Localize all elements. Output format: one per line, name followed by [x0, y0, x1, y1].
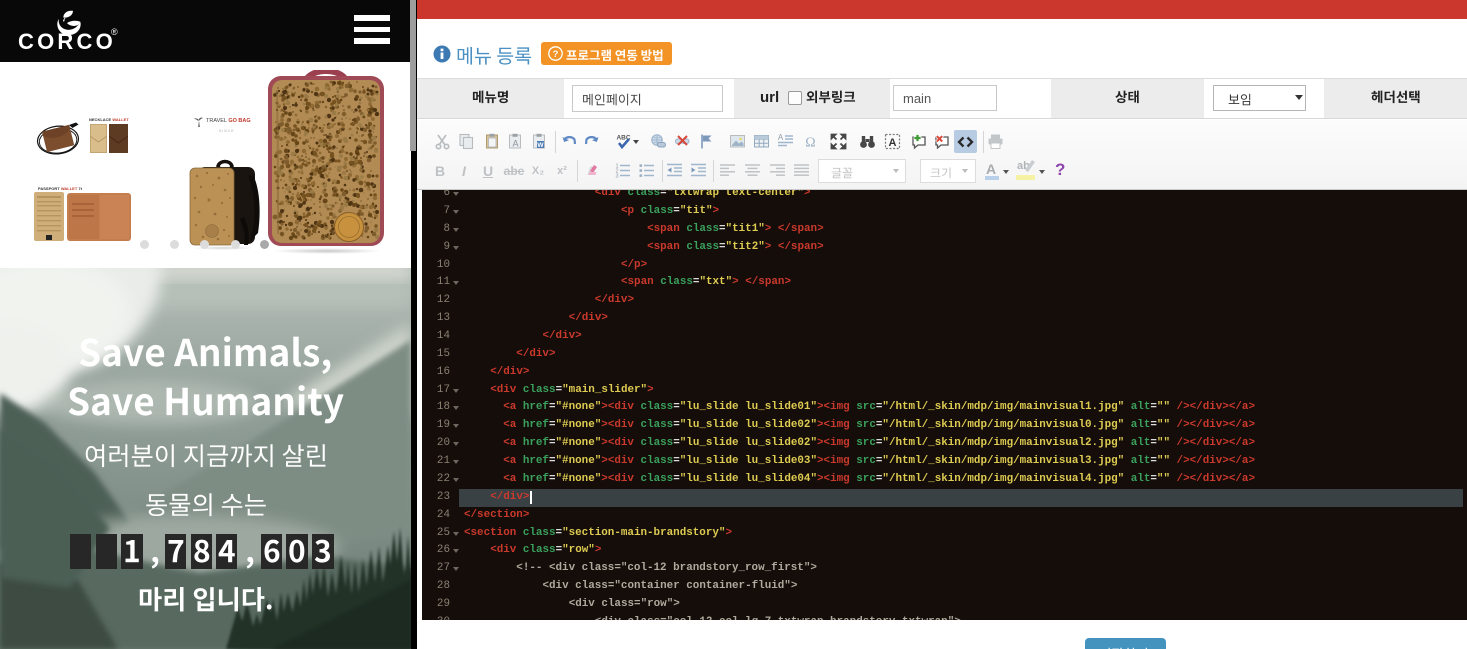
svg-text:?: ? — [553, 49, 559, 60]
svg-text:A: A — [512, 139, 518, 149]
svg-text:W: W — [537, 142, 544, 149]
svg-text:A: A — [778, 133, 784, 142]
svg-text:Ω: Ω — [805, 136, 815, 151]
svg-text:3: 3 — [616, 174, 619, 180]
svg-text:A: A — [889, 137, 897, 149]
